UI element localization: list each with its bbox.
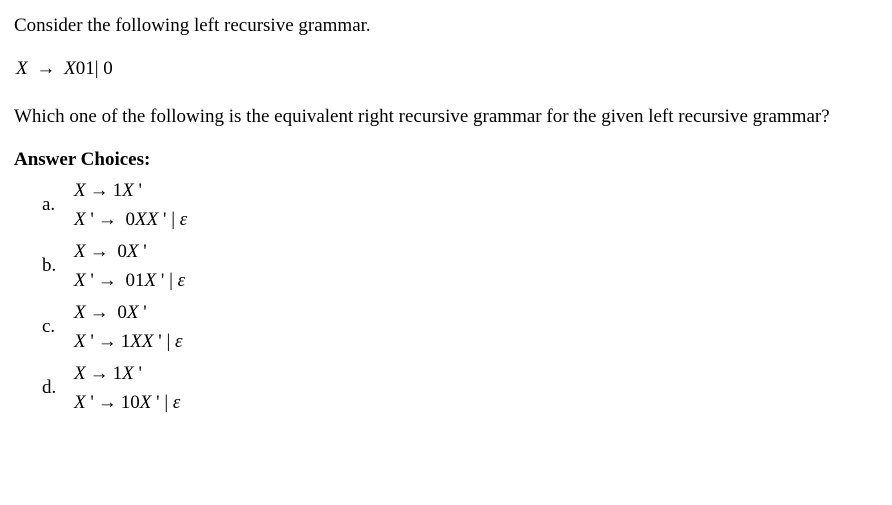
choice-d: d. X→1X ' X '→10X ' | ε [42,359,878,418]
choice-body: X→1X ' X '→10X ' | ε [74,359,180,418]
intro-text: Consider the following left recursive gr… [14,12,878,41]
choice-line-2: X '→ 0XX ' | ε [74,205,187,234]
choice-line-2: X '→10X ' | ε [74,388,180,417]
arrow-icon: → [94,270,121,291]
choice-line-1: X→ 0X ' [74,298,183,327]
arrow-icon: → [86,241,113,262]
choice-a: a. X→1X ' X '→ 0XX ' | ε [42,176,878,235]
choice-line-1: X→1X ' [74,176,187,205]
given-grammar: X → X01| 0 [16,55,878,84]
arrow-icon: → [86,180,113,201]
choice-b: b. X→ 0X ' X '→ 01X ' | ε [42,237,878,296]
choice-line-2: X '→ 01X ' | ε [74,266,185,295]
choice-label: c. [42,313,74,342]
choice-label: d. [42,374,74,403]
arrow-icon: → [32,58,59,79]
choice-body: X→ 0X ' X '→ 01X ' | ε [74,237,185,296]
choice-c: c. X→ 0X ' X '→1XX ' | ε [42,298,878,357]
choice-line-1: X→1X ' [74,359,180,388]
choice-body: X→1X ' X '→ 0XX ' | ε [74,176,187,235]
choice-line-2: X '→1XX ' | ε [74,327,183,356]
arrow-icon: → [86,363,113,384]
grammar-rhs: X01| 0 [64,58,113,79]
choice-label: b. [42,252,74,281]
grammar-lhs: X [16,58,28,79]
arrow-icon: → [86,302,113,323]
arrow-icon: → [94,209,121,230]
question-text: Which one of the following is the equiva… [14,103,878,132]
arrow-icon: → [94,331,121,352]
arrow-icon: → [94,392,121,413]
choice-line-1: X→ 0X ' [74,237,185,266]
answer-choices-list: a. X→1X ' X '→ 0XX ' | ε b. X→ 0X ' X '→… [42,176,878,418]
choice-body: X→ 0X ' X '→1XX ' | ε [74,298,183,357]
answer-choices-heading: Answer Choices: [14,146,878,175]
choice-label: a. [42,191,74,220]
